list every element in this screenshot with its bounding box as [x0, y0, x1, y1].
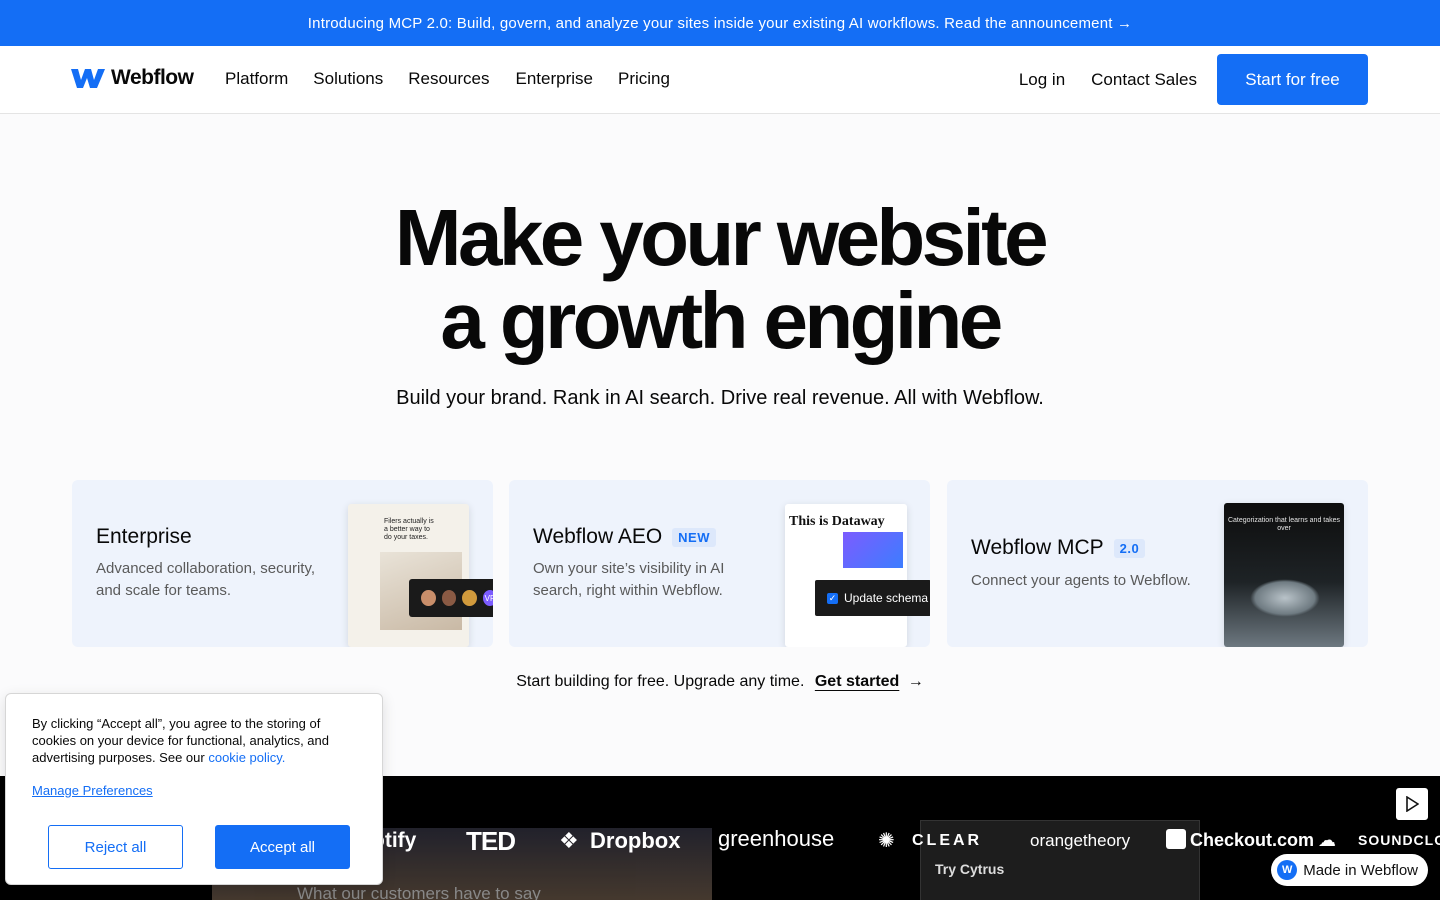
aeo-thumbnail: This is Dataway — [785, 504, 907, 647]
nav-platform[interactable]: Platform — [225, 69, 288, 89]
card-title: Enterprise — [96, 525, 192, 549]
hero-subtitle: Build your brand. Rank in AI search. Dri… — [396, 387, 1044, 409]
video-caption: Try Cytrus — [935, 861, 1005, 877]
card-description-line: Connect your agents to Webflow. — [971, 572, 1191, 589]
avatar-initials: VF — [480, 588, 493, 608]
brand-name: Webflow — [111, 66, 194, 89]
card-webflow-mcp[interactable]: Webflow MCP 2.0 Connect your agents to W… — [947, 480, 1368, 647]
dropbox-icon: ❖ — [559, 828, 579, 853]
cookie-policy-link[interactable]: cookie policy. — [208, 750, 285, 765]
contact-sales-link[interactable]: Contact Sales — [1091, 70, 1197, 90]
thumbnail-image — [843, 532, 903, 568]
logo-dropbox: Dropbox — [590, 828, 681, 853]
top-nav: Webflow Platform Solutions Resources Ent… — [0, 46, 1440, 114]
thumbnail-heading: Categorization that learns and takes ove… — [1227, 517, 1341, 532]
version-badge: 2.0 — [1113, 538, 1146, 558]
reject-all-button[interactable]: Reject all — [48, 825, 183, 869]
made-in-webflow-badge[interactable]: W Made in Webflow — [1271, 854, 1428, 886]
webflow-badge-icon: W — [1277, 860, 1298, 880]
schema-label: Update schema — [844, 591, 929, 605]
thumbnail-text: Filers actually is a better way to do yo… — [384, 518, 434, 541]
play-button[interactable] — [1396, 788, 1428, 820]
avatar — [439, 588, 458, 608]
card-title: Webflow AEO NEW — [533, 525, 717, 549]
avatar — [419, 588, 438, 608]
card-title-text: Enterprise — [96, 525, 192, 548]
avatar — [460, 588, 479, 608]
cookie-consent-banner: By clicking “Accept all”, you agree to t… — [5, 693, 383, 885]
logo-orangetheory: orangetheory — [1030, 831, 1131, 850]
get-started-link[interactable]: Get started — [815, 673, 899, 690]
card-description: Advanced collaboration, security, and sc… — [96, 558, 315, 602]
logo-greenhouse: greenhouse — [718, 826, 835, 851]
thumbnail-heading: This is Dataway — [789, 514, 885, 529]
update-schema-chip: ✓ Update schema — [815, 580, 930, 616]
card-description: Connect your agents to Webflow. — [971, 570, 1191, 592]
video-caption: What our customers have to say — [297, 884, 541, 900]
card-description-line: search, right within Webflow. — [533, 582, 723, 599]
card-title-text: Webflow AEO — [533, 525, 663, 548]
logo-ted: TED — [466, 826, 516, 856]
manage-preferences-link[interactable]: Manage Preferences — [32, 783, 153, 798]
play-icon — [1406, 796, 1419, 812]
hero-title-line-2: a growth engine — [440, 276, 1003, 365]
nav-actions: Log in Contact Sales Start for free — [1019, 54, 1368, 105]
enterprise-thumbnail: Filers actually is a better way to do yo… — [348, 504, 469, 647]
card-description-line: Advanced collaboration, security, — [96, 560, 316, 577]
card-enterprise[interactable]: Enterprise Advanced collaboration, secur… — [72, 480, 493, 647]
hero-title-line-1: Make your website — [394, 193, 1049, 282]
cta-line: Start building for free. Upgrade any tim… — [0, 673, 1440, 691]
made-in-label: Made in Webflow — [1303, 861, 1418, 879]
card-description-line: Own your site’s visibility in AI — [533, 560, 725, 577]
nav-pricing[interactable]: Pricing — [618, 69, 670, 89]
hero-title: Make your website a growth engine — [0, 196, 1440, 362]
card-title-text: Webflow MCP — [971, 536, 1104, 559]
checkout-icon — [1166, 829, 1186, 849]
announcement-bar[interactable]: Introducing MCP 2.0: Build, govern, and … — [0, 0, 1440, 46]
announcement-link[interactable]: Introducing MCP 2.0: Build, govern, and … — [308, 15, 1132, 32]
card-webflow-aeo[interactable]: Webflow AEO NEW Own your site’s visibili… — [509, 480, 930, 647]
card-description: Own your site’s visibility in AI search,… — [533, 558, 724, 602]
accept-all-button[interactable]: Accept all — [215, 825, 350, 869]
logo-checkout: Checkout.com — [1190, 830, 1315, 850]
thumbnail-image — [1250, 579, 1320, 617]
arrow-right-icon: → — [907, 673, 924, 690]
card-title: Webflow MCP 2.0 — [971, 536, 1146, 560]
cookie-message: By clicking “Accept all”, you agree to t… — [32, 715, 362, 766]
new-badge: NEW — [672, 527, 717, 547]
nav-links: Platform Solutions Resources Enterprise … — [225, 69, 695, 89]
webflow-logo[interactable]: Webflow — [71, 66, 194, 90]
nav-resources[interactable]: Resources — [408, 69, 489, 89]
clear-icon: ✺ — [878, 830, 895, 852]
webflow-logo-icon — [71, 69, 105, 88]
mcp-thumbnail: Categorization that learns and takes ove… — [1224, 503, 1344, 647]
nav-solutions[interactable]: Solutions — [313, 69, 383, 89]
logo-clear: CLEAR — [912, 832, 983, 849]
avatar-group: VF — [409, 579, 493, 617]
checkbox-checked-icon: ✓ — [827, 592, 838, 604]
nav-enterprise[interactable]: Enterprise — [516, 69, 593, 89]
soundcloud-icon: ☁ — [1318, 830, 1336, 850]
cta-text: Start building for free. Upgrade any tim… — [516, 673, 805, 690]
start-free-button[interactable]: Start for free — [1217, 54, 1368, 105]
login-link[interactable]: Log in — [1019, 70, 1065, 90]
logo-soundcloud: SOUNDCLOU — [1358, 832, 1440, 848]
card-description-line: and scale for teams. — [96, 582, 232, 599]
